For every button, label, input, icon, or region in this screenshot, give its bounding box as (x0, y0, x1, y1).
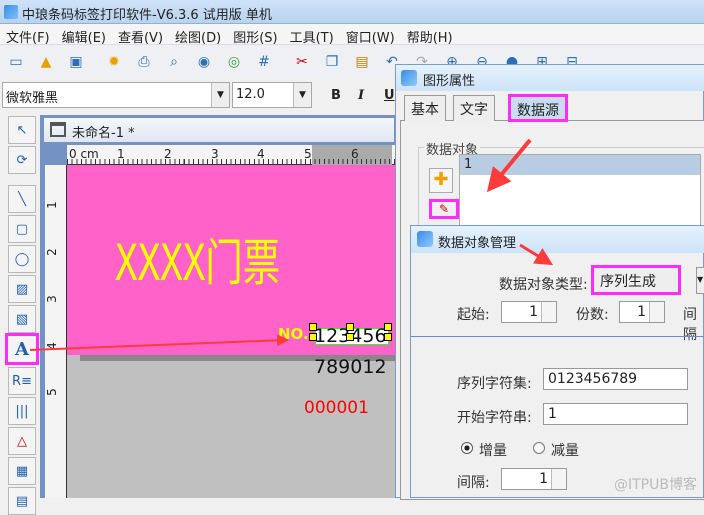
watermark: @ITPUB博客 (614, 477, 697, 493)
annotation-arrows (29, 138, 554, 351)
arrow-to-type (519, 243, 554, 266)
arrow-to-list (486, 138, 532, 193)
arrow-to-serial (29, 334, 289, 351)
